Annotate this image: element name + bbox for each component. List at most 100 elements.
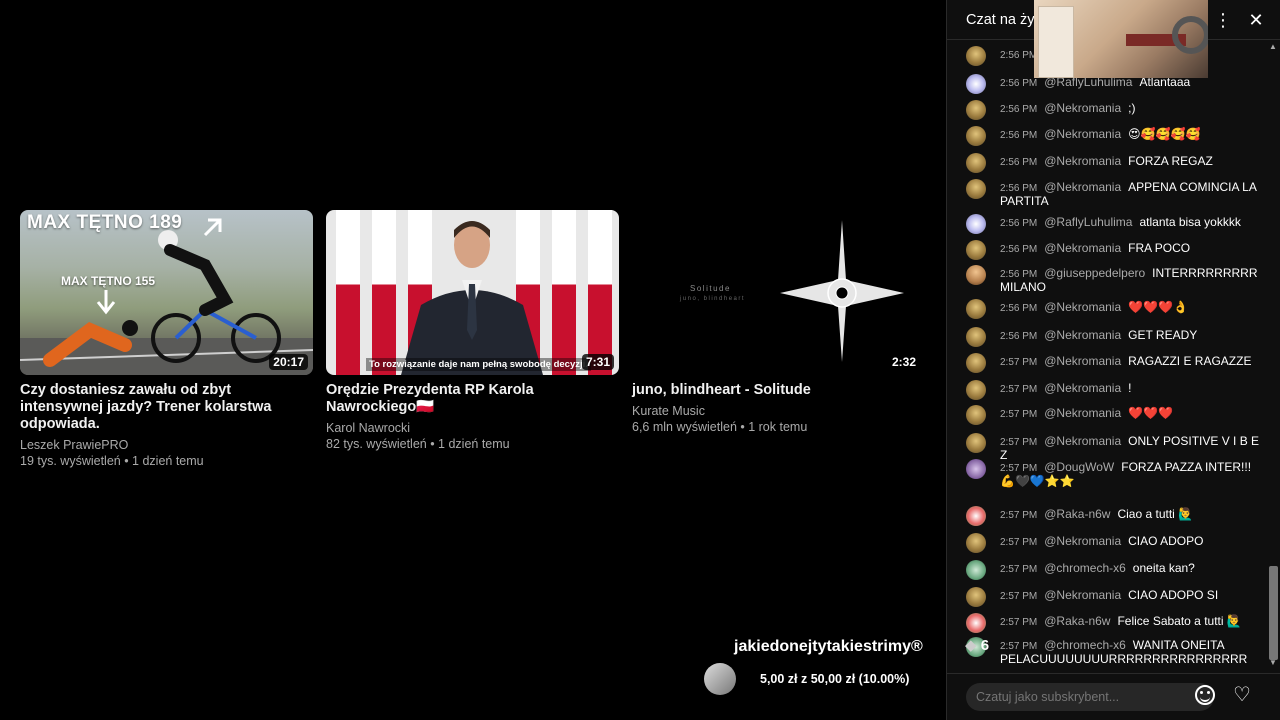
avatar[interactable]: [966, 613, 986, 633]
chat-message[interactable]: 2:57 PM @Raka-n6w Ciao a tutti 🙋‍♂️: [966, 506, 1266, 526]
avatar[interactable]: [966, 299, 986, 319]
chat-author[interactable]: @DougWoW: [1044, 460, 1114, 474]
chat-message[interactable]: 2:56 PM @Nekromania GET READY: [966, 327, 1266, 347]
chat-text: FORZA REGAZ: [1128, 154, 1213, 168]
avatar[interactable]: [966, 74, 986, 94]
avatar[interactable]: [966, 380, 986, 400]
chat-author[interactable]: @Nekromania: [1044, 328, 1121, 342]
chat-author[interactable]: @Nekromania: [1044, 154, 1121, 168]
video-title[interactable]: Czy dostaniesz zawału od zbyt intensywne…: [20, 382, 313, 433]
chat-message[interactable]: 2:57 PM @Nekromania ONLY POSITIVE V I B E …: [966, 433, 1266, 462]
scroll-up-icon[interactable]: ▲: [1269, 42, 1277, 51]
webcam-door: [1038, 6, 1074, 78]
chat-message[interactable]: 2:56 PM @Nekromania ❤️❤️❤️👌: [966, 299, 1266, 319]
video-title[interactable]: Orędzie Prezydenta RP Karola Nawrockiego…: [326, 382, 619, 416]
avatar[interactable]: [966, 179, 986, 199]
chat-message-body: 2:56 PM @Nekromania 😍🥰🥰🥰🥰: [966, 128, 1266, 142]
channel-name[interactable]: Karol Nawrocki: [326, 420, 619, 436]
video-card-1[interactable]: MAX TĘTNO 189 MAX TĘTNO 155 20:17 Czy do…: [20, 210, 313, 469]
chat-author[interactable]: @Nekromania: [1044, 434, 1121, 448]
chat-text: APPENA COMINCIA LA PARTITA: [1000, 180, 1257, 208]
chat-timestamp: 2:57 PM: [1000, 384, 1038, 395]
chat-author[interactable]: @chromech-x6: [1044, 638, 1126, 652]
chat-author[interactable]: @Nekromania: [1044, 534, 1121, 548]
avatar[interactable]: [966, 560, 986, 580]
avatar[interactable]: [966, 533, 986, 553]
chat-message[interactable]: 2:57 PM @Nekromania CIAO ADOPO SI: [966, 587, 1266, 607]
chat-message[interactable]: 2:56 PM @Nekromania FORZA REGAZ: [966, 153, 1266, 173]
chat-timestamp: 2:56 PM: [1000, 130, 1038, 141]
more-options-icon[interactable]: ⋮: [1212, 9, 1234, 31]
chat-scrollbar[interactable]: ▲ ▼: [1266, 42, 1280, 670]
chat-author[interactable]: @Nekromania: [1044, 381, 1121, 395]
close-icon[interactable]: ✕: [1245, 9, 1267, 31]
chat-timestamp: 2:57 PM: [1000, 510, 1038, 521]
chat-message[interactable]: 2:56 PM @RaflyLuhulima atlanta bisa yokkkk: [966, 214, 1266, 234]
chat-message[interactable]: 2:56 PM @Nekromania 😍🥰🥰🥰🥰: [966, 126, 1266, 146]
chat-message[interactable]: 2:56 PM @giuseppedelpero INTERRRRRRRRR MIL…: [966, 265, 1266, 294]
chat-text: Felice Sabato a tutti 🙋‍♂️: [1117, 614, 1242, 628]
chat-author[interactable]: @chromech-x6: [1044, 561, 1126, 575]
avatar[interactable]: [966, 587, 986, 607]
avatar[interactable]: [966, 214, 986, 234]
channel-name[interactable]: Kurate Music: [632, 403, 925, 419]
avatar[interactable]: [966, 327, 986, 347]
chat-author[interactable]: @giuseppedelpero: [1044, 266, 1145, 280]
avatar[interactable]: [966, 46, 986, 66]
emoji-icon[interactable]: [1195, 685, 1215, 705]
video-card-3[interactable]: Solitude juno, blindheart 2:32 juno, bli…: [632, 210, 925, 469]
scrollbar-thumb[interactable]: [1269, 566, 1278, 660]
chat-timestamp: 2:57 PM: [1000, 537, 1038, 548]
video-thumbnail[interactable]: MAX TĘTNO 189 MAX TĘTNO 155 20:17: [20, 210, 313, 375]
chat-message-input[interactable]: [966, 683, 1214, 711]
video-thumbnail[interactable]: Solitude juno, blindheart 2:32: [632, 210, 925, 375]
chat-message-body: 2:57 PM @DougWoW FORZA PAZZA INTER!!! 💪🖤💙⭐…: [966, 461, 1266, 488]
chat-author[interactable]: @RaflyLuhulima: [1044, 215, 1132, 229]
video-title[interactable]: juno, blindheart - Solitude: [632, 382, 925, 399]
chat-message-body: 2:56 PM @giuseppedelpero INTERRRRRRRRR MIL…: [966, 267, 1266, 294]
chat-message[interactable]: 2:57 PM @Nekromania RAGAZZI E RAGAZZE: [966, 353, 1266, 373]
chat-message[interactable]: 2:56 PM @RaflyLuhulima Atlantaaa: [966, 74, 1266, 94]
heart-icon[interactable]: ♡: [1233, 685, 1251, 705]
avatar[interactable]: [966, 433, 986, 453]
chat-author[interactable]: @Nekromania: [1044, 241, 1121, 255]
chat-message[interactable]: 2:57 PM @DougWoW FORZA PAZZA INTER!!! 💪🖤💙⭐…: [966, 459, 1266, 488]
avatar[interactable]: [966, 240, 986, 260]
chat-text: 😍🥰🥰🥰🥰: [1128, 127, 1201, 141]
chat-author[interactable]: @Nekromania: [1044, 101, 1121, 115]
overlay-goal-progress: 5,00 zł z 50,00 zł (10.00%): [760, 672, 910, 686]
chat-author[interactable]: @Raka-n6w: [1044, 507, 1110, 521]
chat-author[interactable]: @Nekromania: [1044, 180, 1121, 194]
chat-author[interactable]: @Nekromania: [1044, 127, 1121, 141]
scroll-down-icon[interactable]: ▼: [1269, 658, 1277, 667]
thumbnail-caption: To rozwiązanie daje nam pełną swobodę de…: [366, 358, 591, 371]
thumbnail-overlay-text: MAX TĘTNO 155: [61, 274, 156, 288]
overlay-progress-circle: [704, 663, 736, 695]
avatar[interactable]: [966, 405, 986, 425]
chat-author[interactable]: @Nekromania: [1044, 588, 1121, 602]
video-card-2[interactable]: To rozwiązanie daje nam pełną swobodę de…: [326, 210, 619, 469]
avatar[interactable]: [966, 100, 986, 120]
avatar[interactable]: [966, 459, 986, 479]
chat-author[interactable]: @Nekromania: [1044, 300, 1121, 314]
chat-message[interactable]: 2:57 PM @Nekromania CIAO ADOPO: [966, 533, 1266, 553]
chat-message[interactable]: 2:57 PM @Raka-n6w Felice Sabato a tutti 🙋‍…: [966, 613, 1266, 633]
avatar[interactable]: [966, 153, 986, 173]
avatar[interactable]: [966, 265, 986, 285]
avatar[interactable]: [966, 126, 986, 146]
chat-message[interactable]: 2:56 PM @Nekromania APPENA COMINCIA LA PAR…: [966, 179, 1266, 208]
channel-name[interactable]: Leszek PrawiePRO: [20, 437, 313, 453]
chat-message[interactable]: 2:57 PM @Nekromania!: [966, 380, 1266, 400]
chat-message[interactable]: 2:57 PM @chromech-x6 WANITA ONEITA PELACUU…: [966, 637, 1266, 666]
chat-message[interactable]: 2:57 PM @Nekromania ❤️❤️❤️: [966, 405, 1266, 425]
chat-message[interactable]: 2:57 PM @chromech-x6 oneita kan?: [966, 560, 1266, 580]
chat-author[interactable]: @Nekromania: [1044, 354, 1121, 368]
video-thumbnail[interactable]: To rozwiązanie daje nam pełną swobodę de…: [326, 210, 619, 375]
chat-message[interactable]: 2:56 PM @Nekromania;): [966, 100, 1266, 120]
star-emblem-icon: [780, 220, 904, 362]
avatar[interactable]: [966, 353, 986, 373]
chat-message[interactable]: 2:56 PM @Nekromania FRA POCO: [966, 240, 1266, 260]
avatar[interactable]: [966, 506, 986, 526]
chat-author[interactable]: @Nekromania: [1044, 406, 1121, 420]
chat-author[interactable]: @Raka-n6w: [1044, 614, 1110, 628]
